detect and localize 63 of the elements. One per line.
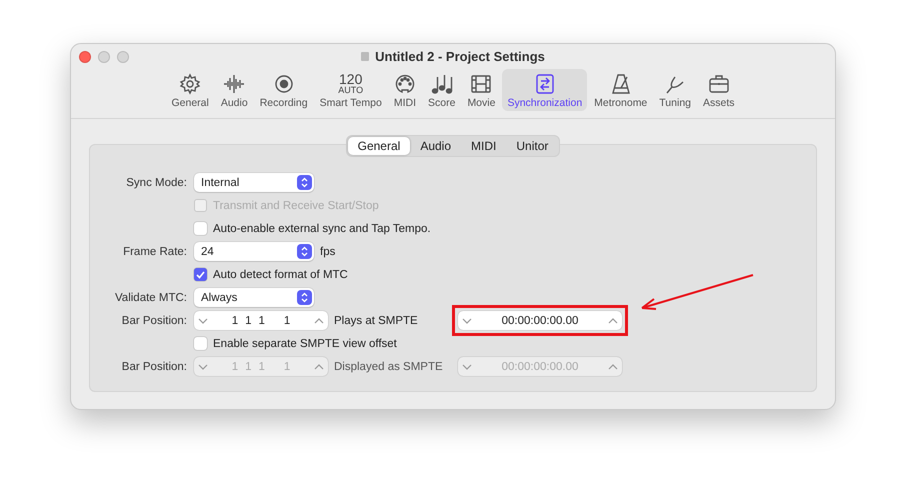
popup-menu[interactable]: Always [194, 288, 314, 307]
checkbox-label: Transmit and Receive Start/Stop [213, 200, 379, 212]
waveform-icon [223, 73, 246, 95]
record-icon [272, 73, 295, 95]
popup-menu[interactable]: Internal [194, 173, 314, 192]
metronome-icon [610, 73, 632, 95]
zoom-button[interactable] [117, 51, 129, 63]
stepper-icon [297, 290, 312, 305]
segment-tab[interactable]: General [348, 137, 410, 155]
toolbar-tab[interactable]: Tuning [654, 69, 696, 111]
down-chevron-icon [198, 364, 208, 370]
document-icon [361, 52, 370, 61]
toolbar-tab[interactable]: Audio [216, 69, 253, 111]
unit-label: fps [320, 246, 336, 258]
field-label: Frame Rate: [123, 246, 187, 258]
down-chevron-icon [462, 364, 472, 370]
toolbar-tab[interactable]: Movie [462, 69, 500, 111]
toolbar-tab[interactable]: Assets [698, 69, 740, 111]
film-icon [470, 73, 492, 95]
popup-menu[interactable]: 24 [194, 242, 314, 261]
toolbar-tab[interactable]: 120 AUTO Smart Tempo [314, 69, 387, 111]
checkbox-label: Auto detect format of MTC [213, 268, 348, 280]
checkbox-label: Enable separate SMPTE view offset [213, 338, 397, 350]
field-label: Plays at SMPTE [334, 314, 419, 326]
midi-port-icon [394, 73, 416, 95]
down-chevron-icon[interactable] [462, 318, 472, 324]
tempo-icon: 120 AUTO [338, 72, 364, 95]
sync-arrows-icon [534, 73, 556, 95]
up-chevron-icon[interactable] [314, 318, 324, 324]
toolbar-tab[interactable]: General [166, 69, 214, 111]
close-button[interactable] [79, 51, 91, 63]
stepper-icon [297, 175, 312, 190]
up-chevron-icon [608, 364, 618, 370]
bar-position-field: 1 1 1 1 [194, 357, 328, 376]
segment-tab[interactable]: Unitor [506, 137, 558, 155]
bar-position-field[interactable]: 1 1 1 1 [194, 311, 328, 330]
up-chevron-icon [314, 364, 324, 370]
segment-tab[interactable]: MIDI [461, 137, 506, 155]
checkbox[interactable] [194, 268, 207, 281]
toolbar-tab[interactable]: Metronome [589, 69, 652, 111]
field-label: Validate MTC: [114, 292, 187, 304]
checkbox[interactable] [194, 337, 207, 350]
field-label: Bar Position: [122, 360, 187, 372]
stepper-icon [297, 244, 312, 259]
gear-icon [179, 73, 202, 95]
toolbar-tab[interactable]: Score [423, 69, 460, 111]
briefcase-icon [708, 73, 730, 95]
checkbox[interactable] [194, 222, 207, 235]
toolbar-tab[interactable]: Synchronization [502, 69, 588, 111]
down-chevron-icon[interactable] [198, 318, 208, 324]
minimize-button[interactable] [98, 51, 110, 63]
field-label: Sync Mode: [126, 176, 187, 188]
toolbar-tab[interactable]: Recording [254, 69, 313, 111]
field-label: Bar Position: [122, 314, 187, 326]
smpte-field: 00:00:00:00.00 [458, 357, 622, 376]
music-notes-icon [430, 73, 453, 95]
checkbox-label: Auto-enable external sync and Tap Tempo. [213, 222, 431, 234]
smpte-field[interactable]: 00:00:00:00.00 [458, 311, 622, 330]
toolbar-tab[interactable]: MIDI [388, 69, 421, 111]
up-chevron-icon[interactable] [608, 318, 618, 324]
window-title: Untitled 2 - Project Settings [375, 49, 545, 64]
segment-tab[interactable]: Audio [410, 137, 462, 155]
field-label: Displayed as SMPTE [334, 360, 444, 372]
